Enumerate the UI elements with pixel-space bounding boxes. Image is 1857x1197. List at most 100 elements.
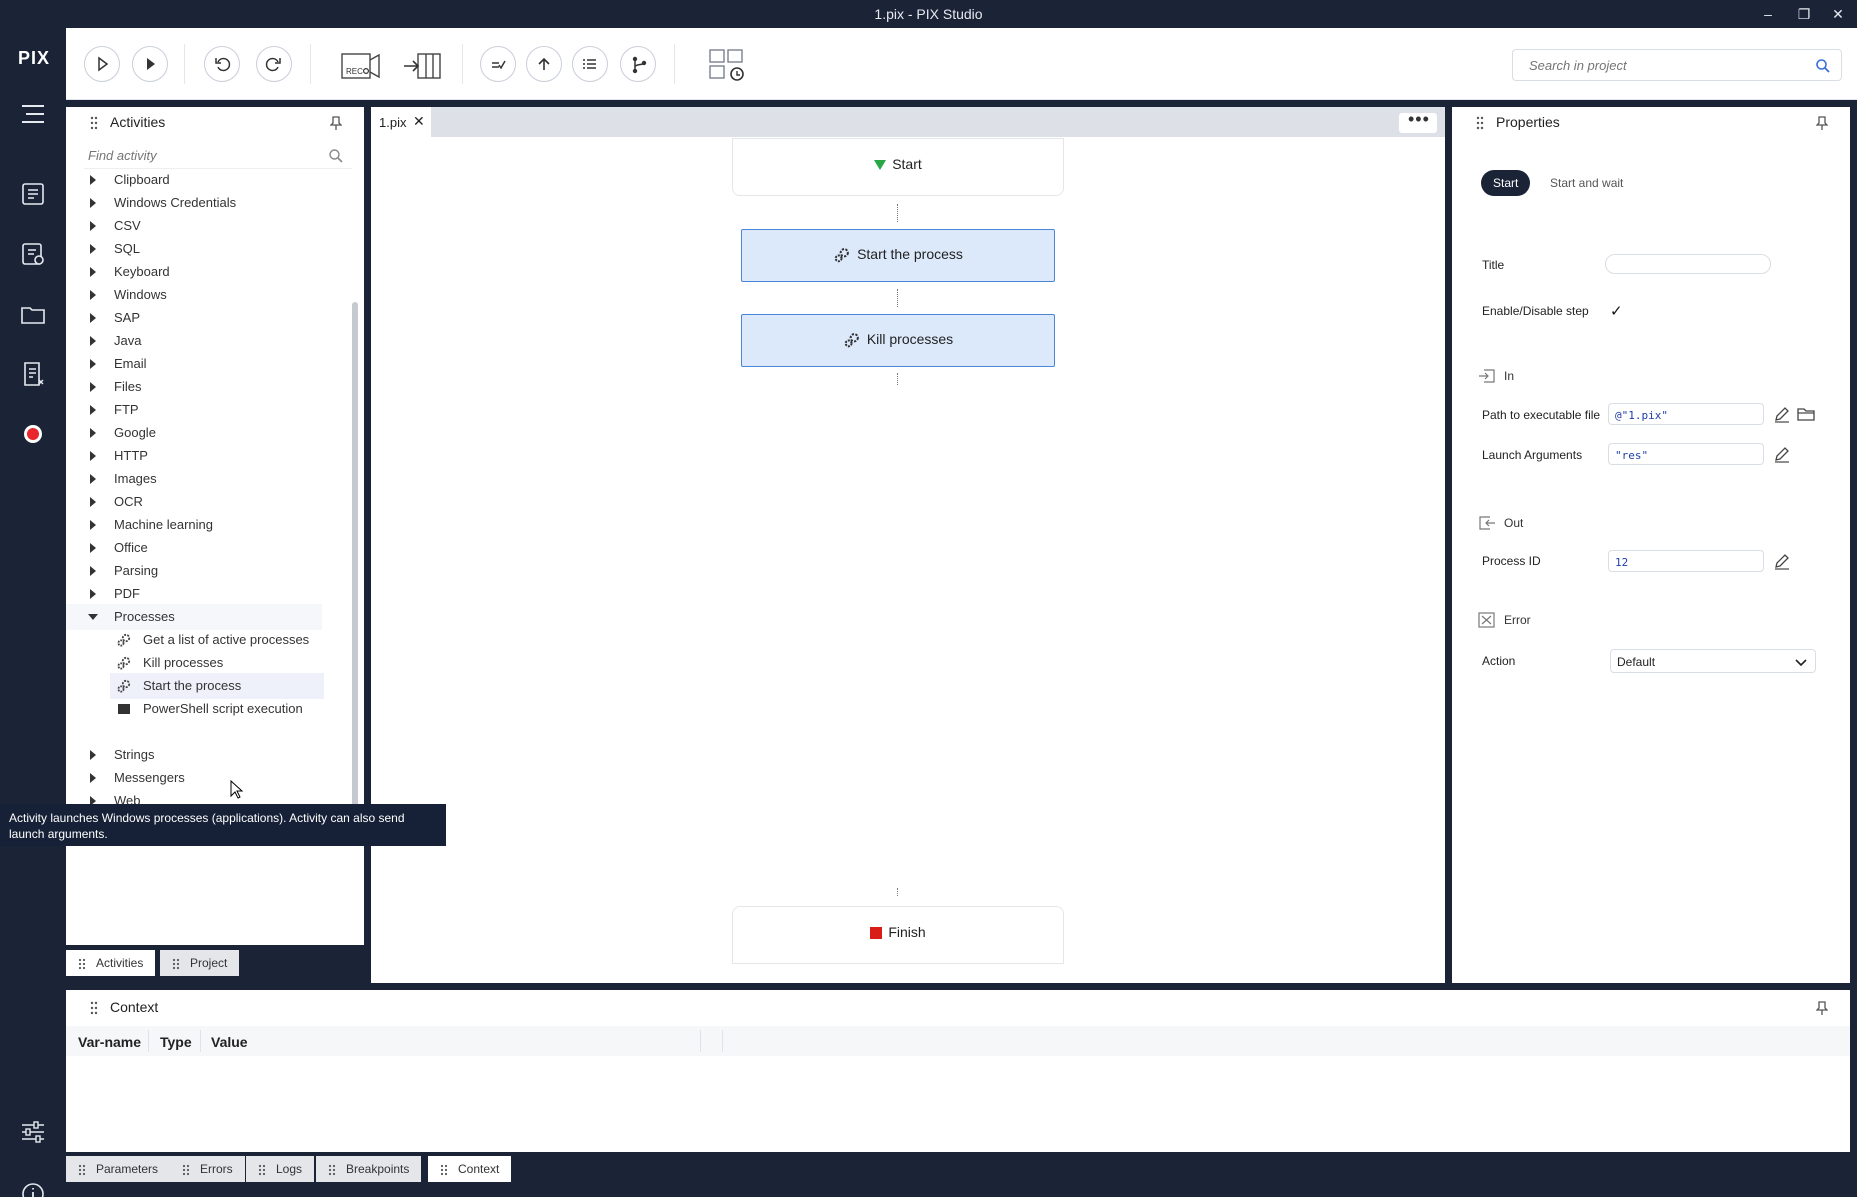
restore-button[interactable]: ❐ [1790,2,1818,26]
expand-caret-icon[interactable] [90,451,96,461]
finish-node[interactable]: Finish [732,906,1064,964]
step-into-button[interactable] [402,46,446,84]
recorder-button[interactable]: REC [338,46,382,84]
settings-sliders-icon[interactable] [19,1118,47,1146]
undo-button[interactable] [204,46,240,82]
expand-caret-icon[interactable] [90,313,96,323]
expand-caret-icon[interactable] [90,290,96,300]
expand-caret-icon[interactable] [90,474,96,484]
connector-line [897,204,898,222]
activity-node-start-process[interactable]: Start the process [741,229,1055,282]
title-input[interactable] [1605,254,1771,274]
expand-caret-icon[interactable] [90,428,96,438]
search-icon[interactable] [328,148,344,167]
expand-caret-icon[interactable] [90,244,96,254]
pin-icon[interactable] [1815,1001,1829,1018]
expand-caret-icon[interactable] [90,359,96,369]
connector-line [897,888,898,896]
search-icon[interactable] [1815,58,1831,77]
mode-start-toggle[interactable]: Start [1481,170,1531,196]
gears-icon [116,632,132,651]
redo-button[interactable] [256,46,292,82]
path-input[interactable] [1608,403,1764,425]
edit-pencil-icon[interactable] [1772,444,1792,464]
category-label: Files [114,379,142,394]
tab-project[interactable]: Project [160,950,240,976]
pin-icon[interactable] [329,116,343,133]
action-label: Action [1482,654,1516,668]
pin-icon[interactable] [1815,116,1829,133]
expand-caret-icon[interactable] [90,750,96,760]
record-icon[interactable] [19,420,47,448]
action-dropdown[interactable]: Default [1610,649,1816,673]
expand-caret-icon[interactable] [90,520,96,530]
publish-button[interactable] [526,46,562,82]
browse-folder-icon[interactable] [1796,404,1816,424]
minimize-button[interactable]: – [1754,2,1782,26]
expand-caret-icon[interactable] [90,497,96,507]
activity-powershell[interactable]: PowerShell script execution [66,696,356,722]
finish-label: Finish [888,924,926,940]
start-node[interactable]: Start [732,138,1064,196]
tab-logs[interactable]: Logs [246,1156,315,1182]
collapse-caret-icon[interactable] [88,614,98,620]
tab-1pix[interactable]: 1.pix ✕ [371,107,431,137]
tasks-button[interactable] [572,46,608,82]
category-label: SQL [114,241,141,256]
robots-icon[interactable] [19,240,47,268]
find-activity-input[interactable] [84,143,352,169]
run-button[interactable] [84,46,120,82]
gears-icon [834,248,849,263]
edit-pencil-icon[interactable] [1772,404,1792,424]
column-var-name[interactable]: Var-name [78,1034,141,1050]
checkmark-icon: ✓ [1610,303,1623,320]
edit-pencil-icon[interactable] [1772,551,1792,571]
drag-grip-icon[interactable] [90,116,98,133]
expand-caret-icon[interactable] [90,589,96,599]
expand-caret-icon[interactable] [90,566,96,576]
tab-parameters[interactable]: Parameters [66,1156,171,1182]
drag-grip-icon [258,1164,266,1179]
column-type[interactable]: Type [160,1034,192,1050]
expand-caret-icon[interactable] [90,198,96,208]
tab-breakpoints[interactable]: Breakpoints [316,1156,422,1182]
expand-caret-icon[interactable] [90,543,96,553]
category-label: Google [114,425,156,440]
scrollbar-thumb[interactable] [352,302,358,822]
process-id-input[interactable] [1608,550,1764,572]
close-tab-icon[interactable]: ✕ [413,113,425,130]
document-icon[interactable] [19,360,47,388]
expand-caret-icon[interactable] [90,773,96,783]
category-label: Windows Credentials [114,195,237,210]
expand-caret-icon[interactable] [90,221,96,231]
close-button[interactable]: ✕ [1824,2,1852,26]
git-button[interactable] [620,46,656,82]
launch-arguments-input[interactable] [1608,443,1764,465]
enable-step-checkbox[interactable]: ✓ [1610,302,1626,320]
title-bar: 1.pix - PIX Studio – ❐ ✕ [0,0,1857,28]
validate-button[interactable] [480,46,516,82]
expand-caret-icon[interactable] [90,382,96,392]
category-label: Keyboard [114,264,170,279]
expand-caret-icon[interactable] [90,405,96,415]
drag-grip-icon[interactable] [90,1001,98,1018]
tab-errors[interactable]: Errors [170,1156,245,1182]
mode-start-and-wait-toggle[interactable]: Start and wait [1538,170,1635,196]
menu-icon[interactable] [19,100,47,128]
debug-run-button[interactable] [132,46,168,82]
drag-grip-icon[interactable] [1476,116,1484,133]
column-value[interactable]: Value [211,1034,248,1050]
expand-caret-icon[interactable] [90,336,96,346]
info-icon[interactable] [19,1180,47,1197]
activity-label: Start the process [143,678,242,693]
folder-icon[interactable] [19,300,47,328]
tab-activities[interactable]: Activities [66,950,156,976]
expand-caret-icon[interactable] [90,267,96,277]
project-icon[interactable] [19,180,47,208]
layout-button[interactable] [706,46,750,84]
tab-context[interactable]: Context [428,1156,512,1182]
more-options-button[interactable]: ••• [1399,109,1437,133]
search-input[interactable] [1513,50,1803,80]
activity-node-kill-processes[interactable]: Kill processes [741,314,1055,367]
expand-caret-icon[interactable] [90,175,96,185]
